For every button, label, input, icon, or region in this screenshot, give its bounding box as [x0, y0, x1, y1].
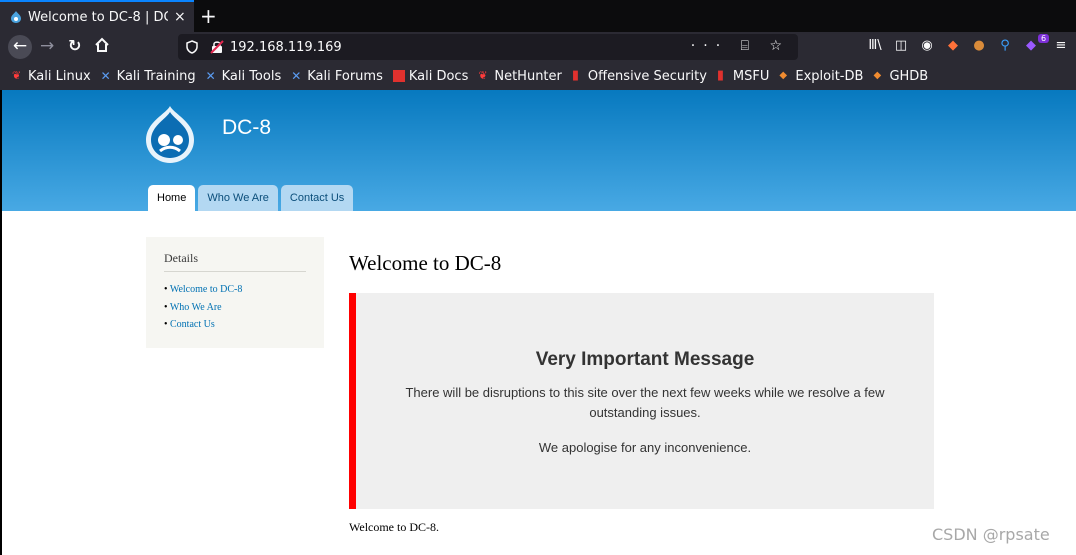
kali-tools-icon: ✕	[205, 69, 216, 83]
browser-tab[interactable]: Welcome to DC-8 | DC- ×	[0, 0, 194, 32]
account-icon[interactable]: ◉	[914, 38, 940, 53]
new-tab-button[interactable]: +	[200, 4, 217, 28]
menu-icon[interactable]: ≡	[1048, 38, 1074, 53]
tab-strip: Welcome to DC-8 | DC- × +	[0, 0, 1076, 32]
bookmark-kali-linux[interactable]: ❦ Kali Linux	[12, 69, 91, 84]
extension-fox-icon[interactable]: ◆	[940, 38, 966, 53]
kali-dragon-icon: ❦	[478, 69, 488, 82]
extension-cookie-icon[interactable]: ●	[966, 38, 992, 53]
bookmark-kali-docs[interactable]: Kali Docs	[392, 69, 468, 84]
tab-title: Welcome to DC-8 | DC-	[28, 9, 168, 25]
notice-title: Very Important Message	[535, 349, 755, 370]
kali-dragon-icon: ❦	[12, 69, 22, 82]
body-text: Welcome to DC-8.	[349, 520, 440, 534]
bookmark-kali-training[interactable]: ✕ Kali Training	[101, 69, 196, 84]
important-notice: Very Important Message There will be dis…	[349, 293, 934, 509]
watermark: CSDN @rpsate	[932, 525, 1050, 544]
reload-button[interactable]: ↻	[68, 36, 81, 55]
home-icon[interactable]	[94, 37, 110, 53]
sidebar-icon[interactable]: ◫	[888, 38, 914, 53]
bookmark-nethunter[interactable]: ❦ NetHunter	[478, 69, 562, 84]
main-menu: Home Who We Are Contact Us	[148, 185, 356, 211]
sidebar-item-who-we-are[interactable]: Who We Are	[164, 302, 242, 320]
sidebar-block: Details Welcome to DC-8 Who We Are Conta…	[146, 237, 324, 348]
bookmark-msfu[interactable]: ▮ MSFU	[717, 69, 769, 84]
url-text[interactable]: 192.168.119.169	[230, 40, 342, 55]
exploitdb-icon: ◆	[779, 70, 788, 81]
bookmark-kali-tools[interactable]: ✕ Kali Tools	[206, 69, 282, 84]
addon-badge: 6	[1038, 34, 1050, 43]
drupal-favicon-icon	[11, 11, 21, 23]
bookmark-ghdb[interactable]: ◆ GHDB	[873, 69, 928, 84]
navigation-toolbar: ← → ↻ 192.168.119.169 ··· ⌸ ☆ Ⅲ\ ◫ ◉ ◆ ●…	[0, 32, 1076, 62]
bookmark-exploit-db[interactable]: ◆ Exploit-DB	[779, 69, 863, 84]
library-icon[interactable]: Ⅲ\	[862, 38, 888, 53]
site-name[interactable]: DC-8	[222, 116, 271, 140]
back-button[interactable]: ←	[8, 35, 32, 59]
page-title: Welcome to DC-8	[349, 251, 502, 275]
page-actions[interactable]: ··· ⌸ ☆	[691, 38, 790, 54]
drupal-logo-icon[interactable]	[144, 106, 196, 164]
exploitdb-icon: ◆	[873, 70, 882, 81]
sidebar-title: Details	[164, 251, 306, 272]
sidebar-menu: Welcome to DC-8 Who We Are Contact Us	[164, 284, 243, 337]
tab-close-icon[interactable]: ×	[174, 9, 186, 25]
extension-key-icon[interactable]: ⚲	[992, 38, 1018, 53]
offsec-icon: ▮	[571, 68, 580, 83]
tab-home[interactable]: Home	[148, 185, 196, 211]
sidebar-item-welcome[interactable]: Welcome to DC-8	[164, 284, 243, 302]
insecure-lock-icon[interactable]	[210, 40, 224, 54]
url-bar[interactable]: 192.168.119.169 ··· ⌸ ☆	[178, 34, 798, 60]
tracking-shield-icon[interactable]	[186, 40, 198, 54]
tab-who-we-are[interactable]: Who We Are	[198, 185, 278, 211]
tab-contact-us[interactable]: Contact Us	[280, 185, 354, 211]
sidebar-item-contact-us[interactable]: Contact Us	[164, 319, 242, 337]
notice-apology: We apologise for any inconvenience.	[538, 440, 752, 455]
docs-icon	[392, 70, 405, 82]
window-edge	[0, 90, 2, 555]
notice-body: There will be disruptions to this site o…	[405, 385, 885, 420]
kali-tools-icon: ✕	[100, 69, 111, 83]
site-header: DC-8 Home Who We Are Contact Us	[0, 90, 1076, 211]
offsec-icon: ▮	[716, 68, 725, 83]
kali-tools-icon: ✕	[291, 69, 302, 83]
forward-button[interactable]: →	[40, 36, 54, 56]
bookmark-kali-forums[interactable]: ✕ Kali Forums	[291, 69, 383, 84]
bookmark-offensive-security[interactable]: ▮ Offensive Security	[572, 69, 707, 84]
bookmarks-bar: ❦ Kali Linux ✕ Kali Training ✕ Kali Tools ✕…	[0, 62, 1076, 90]
